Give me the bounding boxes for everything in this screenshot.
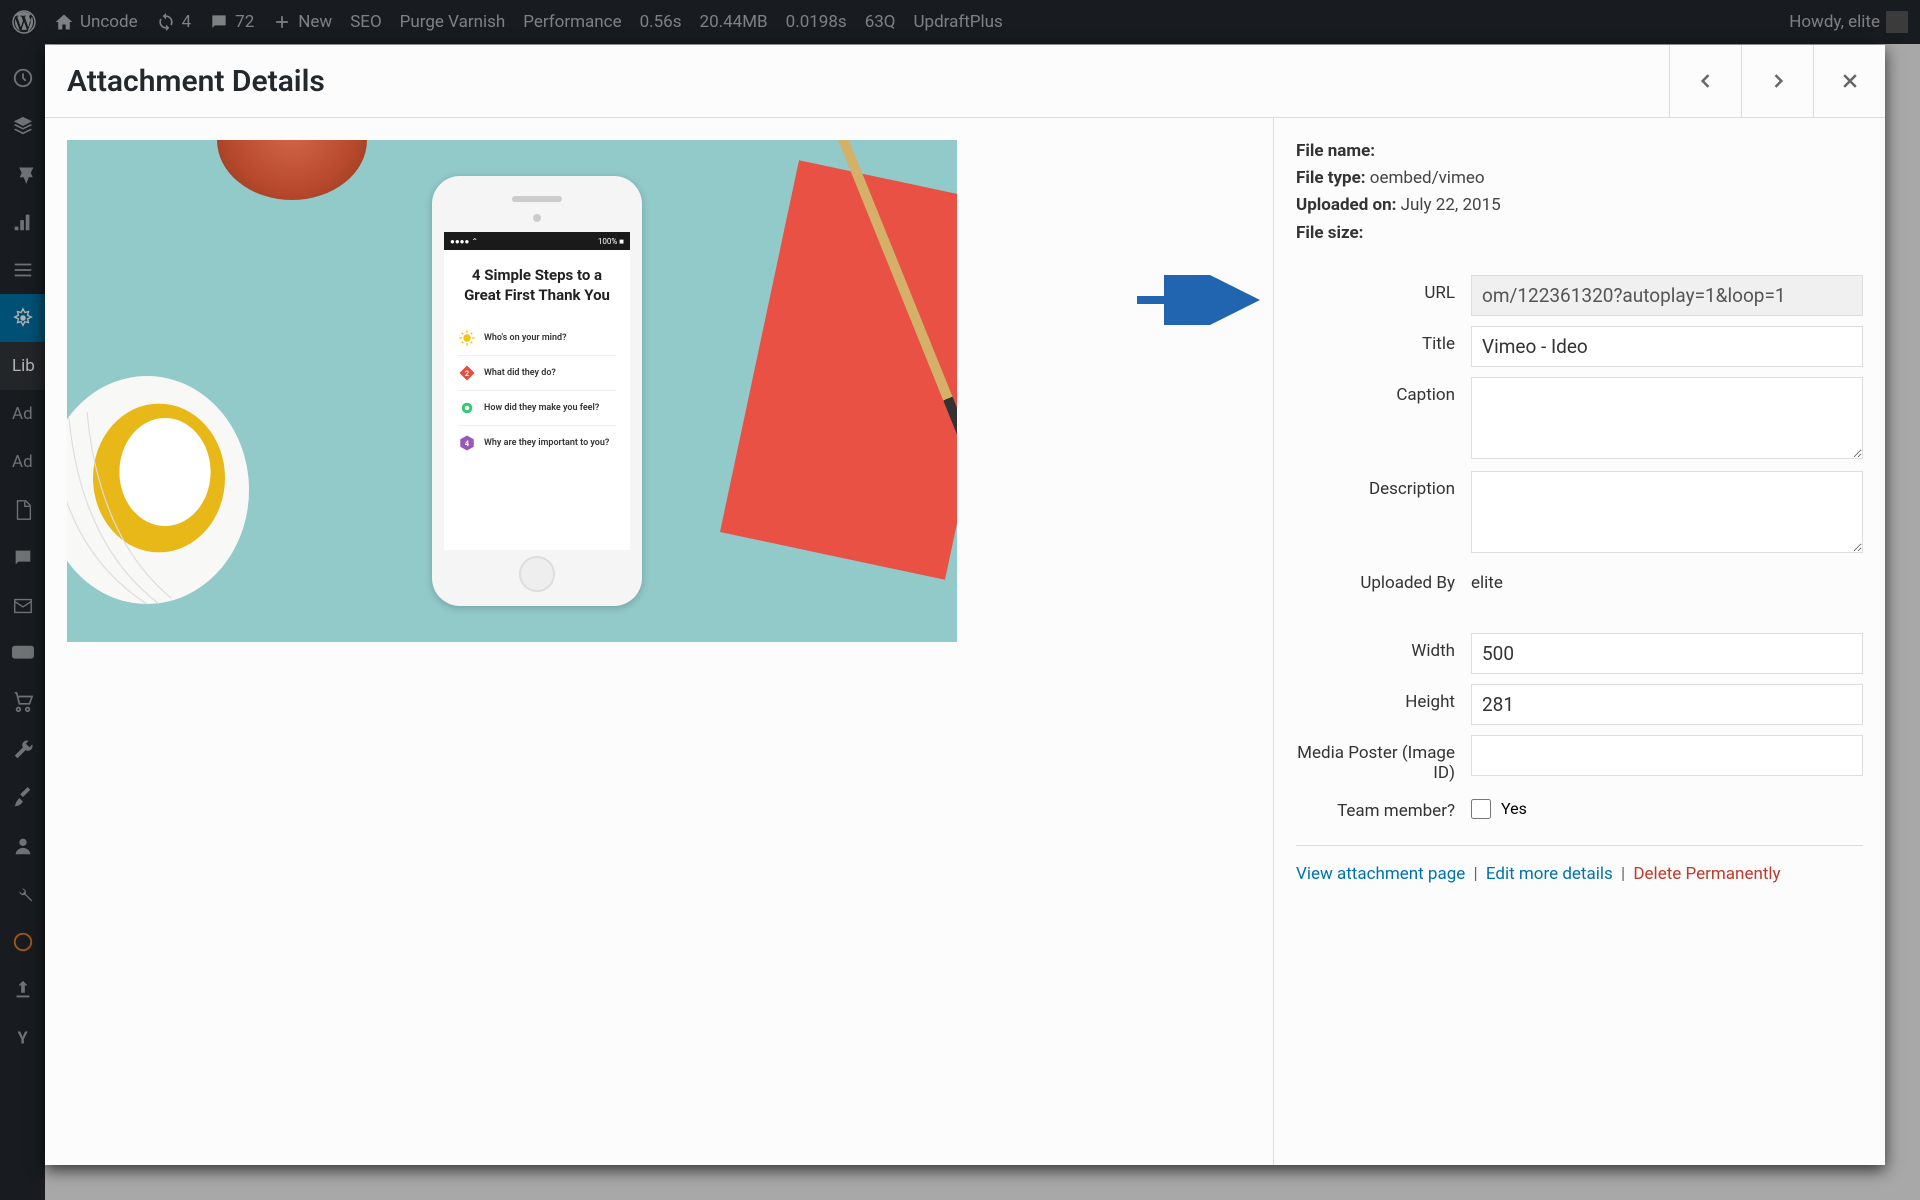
hex-icon: 4 — [458, 434, 476, 452]
chevron-left-icon — [1696, 71, 1716, 91]
phone-row: 2 What did they do? — [458, 356, 616, 391]
uploaded-by-row: Uploaded By elite — [1296, 565, 1863, 593]
close-icon — [1840, 71, 1860, 91]
width-label: Width — [1296, 633, 1471, 661]
next-button[interactable] — [1741, 45, 1813, 117]
height-input[interactable] — [1471, 684, 1863, 725]
media-poster-label: Media Poster (Image ID) — [1296, 735, 1471, 783]
description-label: Description — [1296, 471, 1471, 499]
modal-title: Attachment Details — [67, 64, 325, 99]
cup-prop — [67, 360, 267, 620]
team-member-row: Team member? Yes — [1296, 793, 1863, 821]
chevron-right-icon — [1768, 71, 1788, 91]
diamond-icon: 2 — [458, 364, 476, 382]
uploaded-by-value: elite — [1471, 565, 1503, 593]
details-sidebar: File name: File type: oembed/vimeo Uploa… — [1273, 118, 1885, 1165]
caption-label: Caption — [1296, 377, 1471, 405]
caption-textarea[interactable] — [1471, 377, 1863, 459]
gear-small-icon — [458, 399, 476, 417]
attachment-details-modal: Attachment Details — [45, 45, 1885, 1165]
sun-icon — [458, 329, 476, 347]
phone-row: Who's on your mind? — [458, 321, 616, 356]
action-links: View attachment page | Edit more details… — [1296, 864, 1863, 884]
view-attachment-link[interactable]: View attachment page — [1296, 864, 1465, 884]
phone-status-bar: ●●●● ⌃ 100% ■ — [444, 232, 630, 250]
divider — [1296, 845, 1863, 846]
phone-speaker — [512, 196, 562, 202]
team-member-label: Team member? — [1296, 793, 1471, 821]
phone-home-button — [519, 556, 555, 592]
annotation-arrow — [1132, 275, 1262, 325]
media-poster-row: Media Poster (Image ID) — [1296, 735, 1863, 783]
height-label: Height — [1296, 684, 1471, 712]
preview-image: ●●●● ⌃ 100% ■ 4 Simple Steps to a Great … — [67, 140, 957, 642]
description-textarea[interactable] — [1471, 471, 1863, 553]
svg-text:4: 4 — [465, 439, 470, 448]
file-info: File name: File type: oembed/vimeo Uploa… — [1296, 138, 1863, 247]
uploaded-by-label: Uploaded By — [1296, 565, 1471, 593]
edit-details-link[interactable]: Edit more details — [1486, 864, 1613, 884]
width-input[interactable] — [1471, 633, 1863, 674]
url-input[interactable] — [1471, 275, 1863, 316]
phone-row: 4 Why are they important to you? — [458, 426, 616, 460]
width-row: Width — [1296, 633, 1863, 674]
book-prop — [720, 160, 957, 580]
phone-mockup: ●●●● ⌃ 100% ■ 4 Simple Steps to a Great … — [432, 176, 642, 606]
close-button[interactable] — [1813, 45, 1885, 117]
phone-screen: ●●●● ⌃ 100% ■ 4 Simple Steps to a Great … — [444, 232, 630, 550]
description-row: Description — [1296, 471, 1863, 553]
height-row: Height — [1296, 684, 1863, 725]
caption-row: Caption — [1296, 377, 1863, 459]
media-preview-pane: ●●●● ⌃ 100% ■ 4 Simple Steps to a Great … — [45, 118, 1273, 1165]
delete-permanently-link[interactable]: Delete Permanently — [1633, 864, 1780, 884]
title-row: Title — [1296, 326, 1863, 367]
media-poster-input[interactable] — [1471, 735, 1863, 776]
url-row: URL — [1296, 275, 1863, 316]
title-label: Title — [1296, 326, 1471, 354]
bowl-prop — [217, 140, 367, 200]
team-member-yes: Yes — [1501, 799, 1527, 818]
url-label: URL — [1296, 275, 1471, 303]
phone-camera — [533, 214, 541, 222]
title-input[interactable] — [1471, 326, 1863, 367]
svg-text:2: 2 — [465, 369, 470, 378]
prev-button[interactable] — [1669, 45, 1741, 117]
modal-header: Attachment Details — [45, 45, 1885, 118]
phone-heading: 4 Simple Steps to a Great First Thank Yo… — [458, 266, 616, 305]
phone-row: How did they make you feel? — [458, 391, 616, 426]
team-member-checkbox[interactable] — [1471, 799, 1491, 819]
